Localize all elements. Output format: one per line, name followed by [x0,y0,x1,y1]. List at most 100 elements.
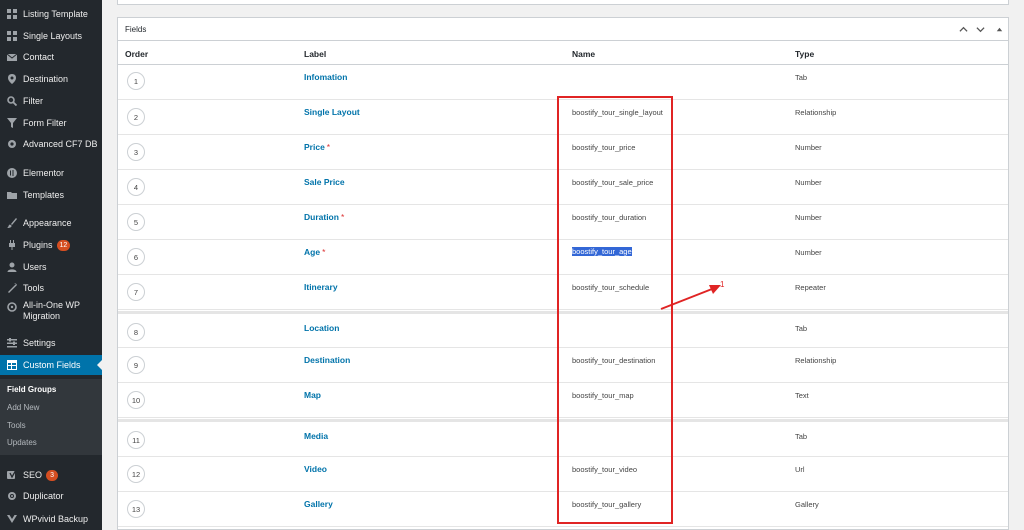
field-label-link[interactable]: Age * [304,247,325,257]
field-type: Number [795,178,822,187]
settings-icon [7,338,17,348]
menu-listing-template[interactable]: Listing Template [0,4,102,24]
menu-plugins[interactable]: Plugins 12 [0,235,102,255]
order-handle[interactable]: 13 [127,500,145,518]
elementor-icon [7,168,17,178]
field-label-text: Price [304,142,325,152]
folder-icon [7,190,17,200]
field-label-text: Itinerary [304,282,338,292]
field-label-link[interactable]: Sale Price [304,177,345,187]
magnifier-icon [7,96,17,106]
table-row[interactable]: 1 Infomation Tab [118,65,1008,100]
order-handle[interactable]: 2 [127,108,145,126]
field-label-link[interactable]: Destination [304,355,350,365]
field-label-text: Infomation [304,72,348,82]
menu-label: Settings [23,338,56,348]
field-label-text: Location [304,323,340,333]
field-type: Number [795,143,822,152]
menu-seo[interactable]: SEO 3 [0,465,102,485]
menu-wpvivid-backup[interactable]: WPvivid Backup [0,509,102,529]
menu-filter[interactable]: Filter [0,91,102,111]
submenu-field-groups[interactable]: Field Groups [7,385,56,394]
menu-appearance[interactable]: Appearance [0,213,102,233]
menu-label: Form Filter [23,118,67,128]
brush-icon [7,218,17,228]
field-label-link[interactable]: Video [304,464,327,474]
field-label-link[interactable]: Itinerary [304,282,338,292]
order-handle[interactable]: 6 [127,248,145,266]
field-label-link[interactable]: Infomation [304,72,347,82]
menu-label: Users [23,262,47,272]
menu-destination[interactable]: Destination [0,69,102,89]
order-handle[interactable]: 11 [127,431,145,449]
menu-tools[interactable]: Tools [0,278,102,298]
menu-label: Single Layouts [23,31,83,41]
field-label-text: Duration [304,212,339,222]
field-label-text: Gallery [304,499,333,509]
page-scrollbar[interactable] [1016,0,1024,530]
menu-label: All-in-One WP Migration [23,300,80,321]
update-count-badge: 12 [56,239,71,251]
submenu-updates[interactable]: Updates [7,438,37,447]
menu-contact[interactable]: Contact [0,47,102,67]
field-label-link[interactable]: Single Layout [304,107,360,117]
funnel-icon [7,118,17,128]
field-type: Text [795,391,809,400]
menu-form-filter[interactable]: Form Filter [0,113,102,133]
field-label-link[interactable]: Media [304,431,328,441]
order-handle[interactable]: 5 [127,213,145,231]
menu-label: Custom Fields [23,360,81,370]
column-header-label: Label [304,49,327,59]
menu-label: WPvivid Backup [23,514,89,524]
field-type: Relationship [795,356,837,365]
menu-elementor[interactable]: Elementor [0,163,102,183]
order-handle[interactable]: 8 [127,323,145,341]
order-handle[interactable]: 12 [127,465,145,483]
field-label-link[interactable]: Duration * [304,212,344,222]
submenu-tools[interactable]: Tools [7,421,26,430]
field-label-link[interactable]: Price * [304,142,330,152]
field-label-link[interactable]: Location [304,323,339,333]
field-label-text: Single Layout [304,107,360,117]
menu-label: Duplicator [23,491,64,501]
menu-templates[interactable]: Templates [0,185,102,205]
menu-users[interactable]: Users [0,257,102,277]
field-label-text: Media [304,431,329,441]
menu-advanced-cf7-db[interactable]: Advanced CF7 DB [0,134,102,154]
order-handle[interactable]: 7 [127,283,145,301]
order-handle[interactable]: 1 [127,72,145,90]
notification-badge: 3 [46,469,59,481]
order-handle[interactable]: 10 [127,391,145,409]
admin-sidebar: Listing Template Single Layouts Contact … [0,0,102,530]
field-label-text: Video [304,464,327,474]
panel-header: Fields [118,18,1008,41]
menu-duplicator[interactable]: Duplicator [0,486,102,506]
field-label-text: Sale Price [304,177,345,187]
submenu-add-new[interactable]: Add New [7,403,39,412]
plug-icon [7,240,17,250]
menu-custom-fields[interactable]: Custom Fields [0,355,102,375]
required-marker: * [340,212,345,222]
menu-single-layouts[interactable]: Single Layouts [0,26,102,46]
field-label-link[interactable]: Map [304,390,321,400]
menu-all-in-one-wp-migration[interactable]: All-in-One WP Migration [0,300,102,330]
duplicator-icon [7,491,17,501]
annotation-label: 1 [720,280,725,289]
grid-icon [7,9,17,19]
menu-settings[interactable]: Settings [0,333,102,353]
field-type: Gallery [795,500,819,509]
column-header-type: Type [795,49,815,59]
caret-up-icon[interactable] [994,24,1004,34]
menu-label: Contact [23,52,55,62]
chevron-up-icon[interactable] [958,24,968,34]
menu-label: Listing Template [23,9,88,19]
menu-label: Destination [23,74,69,84]
field-type: Url [795,465,805,474]
order-handle[interactable]: 9 [127,356,145,374]
menu-label: Appearance [23,218,72,228]
order-handle[interactable]: 4 [127,178,145,196]
chevron-down-icon[interactable] [975,24,985,34]
field-label-link[interactable]: Gallery [304,499,333,509]
table-icon [7,360,17,370]
order-handle[interactable]: 3 [127,143,145,161]
